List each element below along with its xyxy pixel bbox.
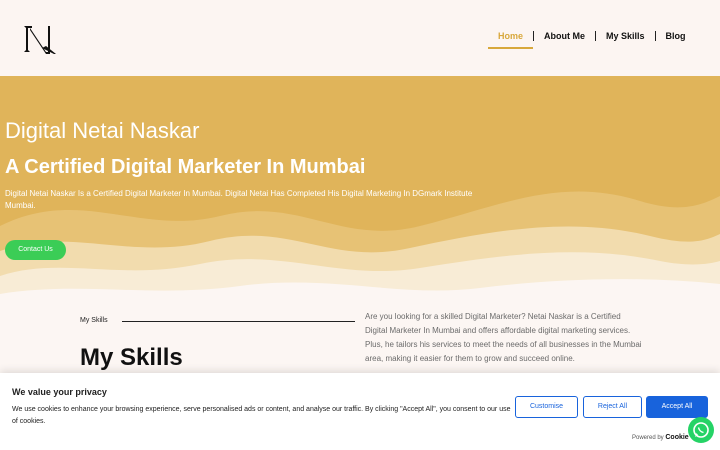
nav-blog[interactable]: Blog [656, 25, 696, 47]
skills-heading: My Skills [80, 344, 183, 371]
reject-all-button[interactable]: Reject All [583, 396, 642, 418]
nav-home[interactable]: Home [488, 25, 534, 49]
whatsapp-icon[interactable] [688, 417, 714, 443]
cookie-consent-banner: We value your privacy We use cookies to … [0, 373, 720, 450]
accept-all-button[interactable]: Accept All [646, 396, 708, 418]
powered-by[interactable]: Powered by Cookie [632, 434, 689, 441]
nav-about-me[interactable]: About Me [534, 25, 595, 47]
skills-intro-text: Are you looking for a skilled Digital Ma… [365, 312, 642, 363]
contact-us-button[interactable]: Contact Us [5, 240, 66, 260]
cookie-description: We use cookies to enhance your browsing … [12, 406, 511, 425]
section-divider [122, 321, 355, 322]
cookie-brand: Cookie [665, 434, 689, 441]
nn-monogram-logo[interactable] [20, 22, 60, 58]
customise-button[interactable]: Customise [515, 396, 578, 418]
nav-my-skills[interactable]: My Skills [596, 25, 655, 47]
powered-by-text: Powered by [632, 435, 664, 441]
main-nav: Home About Me My Skills Blog [488, 24, 696, 49]
site-header: Home About Me My Skills Blog [0, 0, 720, 76]
hero-description: Digital Netai Naskar Is a Certified Digi… [5, 189, 473, 210]
hero-section: Digital Netai Naskar A Certified Digital… [0, 76, 720, 304]
hero-title: Digital Netai Naskar [5, 118, 200, 143]
hero-subtitle: A Certified Digital Marketer In Mumbai [5, 156, 366, 178]
section-label: My Skills [80, 317, 108, 324]
cookie-title: We value your privacy [12, 387, 107, 397]
